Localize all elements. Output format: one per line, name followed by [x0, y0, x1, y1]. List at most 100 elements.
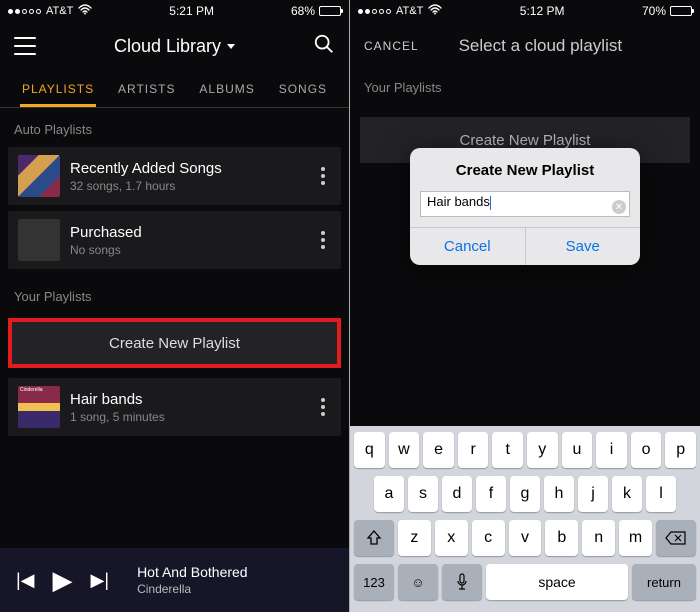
key-c[interactable]: c — [472, 520, 505, 556]
key-y[interactable]: y — [527, 432, 558, 468]
chevron-down-icon — [227, 44, 235, 49]
key-emoji[interactable]: ☺ — [398, 564, 438, 600]
keyboard-row: a s d f g h j k l — [354, 476, 696, 512]
key-b[interactable]: b — [545, 520, 578, 556]
carrier-label: AT&T — [46, 5, 73, 17]
create-label: Create New Playlist — [109, 335, 240, 352]
phone-select-playlist: AT&T 5:12 PM 70% CANCEL Select a cloud p… — [350, 0, 700, 612]
play-icon[interactable]: ▶ — [53, 565, 73, 596]
key-o[interactable]: o — [631, 432, 662, 468]
dialog-title: Create New Playlist — [410, 148, 640, 187]
key-x[interactable]: x — [435, 520, 468, 556]
carrier-label: AT&T — [396, 5, 423, 17]
tab-albums[interactable]: ALBUMS — [199, 72, 254, 106]
now-playing-artist: Cinderella — [137, 582, 248, 596]
dialog-save-button[interactable]: Save — [526, 228, 641, 265]
input-value: Hair bands — [427, 194, 490, 209]
more-icon[interactable] — [315, 167, 331, 185]
playlist-subtitle: No songs — [70, 243, 305, 257]
now-playing-bar[interactable]: |◀ ▶ ▶| Hot And Bothered Cinderella — [0, 548, 349, 612]
prev-track-icon[interactable]: |◀ — [16, 570, 35, 591]
key-j[interactable]: j — [578, 476, 608, 512]
tabs: PLAYLISTS ARTISTS ALBUMS SONGS — [0, 70, 349, 108]
playlist-title: Recently Added Songs — [70, 160, 305, 177]
key-d[interactable]: d — [442, 476, 472, 512]
key-u[interactable]: u — [562, 432, 593, 468]
your-playlists-label: Your Playlists — [0, 275, 349, 314]
key-mic[interactable] — [442, 564, 482, 600]
signal-dots-icon — [8, 9, 41, 14]
list-item[interactable]: Recently Added Songs 32 songs, 1.7 hours — [8, 147, 341, 205]
page-title: Select a cloud playlist — [435, 36, 646, 56]
page-title-dropdown[interactable]: Cloud Library — [114, 36, 235, 57]
header: CANCEL Select a cloud playlist — [350, 22, 700, 70]
status-time: 5:12 PM — [520, 4, 565, 18]
list-item[interactable]: Hair bands 1 song, 5 minutes — [8, 378, 341, 436]
your-playlists-label: Your Playlists — [350, 70, 700, 105]
tab-playlists[interactable]: PLAYLISTS — [22, 72, 94, 106]
auto-playlists-label: Auto Playlists — [0, 108, 349, 147]
more-icon[interactable] — [315, 398, 331, 416]
key-q[interactable]: q — [354, 432, 385, 468]
battery-icon — [319, 6, 341, 16]
now-playing-title: Hot And Bothered — [137, 564, 248, 580]
status-bar: AT&T 5:12 PM 70% — [350, 0, 700, 22]
key-h[interactable]: h — [544, 476, 574, 512]
next-track-icon[interactable]: ▶| — [91, 570, 110, 591]
tab-artists[interactable]: ARTISTS — [118, 72, 175, 106]
key-e[interactable]: e — [423, 432, 454, 468]
more-icon[interactable] — [315, 231, 331, 249]
key-n[interactable]: n — [582, 520, 615, 556]
key-r[interactable]: r — [458, 432, 489, 468]
key-space[interactable]: space — [486, 564, 628, 600]
create-new-playlist-button[interactable]: Create New Playlist — [8, 318, 341, 368]
keyboard-row: q w e r t y u i o p — [354, 432, 696, 468]
key-l[interactable]: l — [646, 476, 676, 512]
key-shift[interactable] — [354, 520, 394, 556]
playlist-subtitle: 32 songs, 1.7 hours — [70, 179, 305, 193]
header: Cloud Library — [0, 22, 349, 70]
signal-dots-icon — [358, 9, 391, 14]
keyboard: q w e r t y u i o p a s d f g h j k l z — [350, 426, 700, 612]
battery-percent: 68% — [291, 4, 315, 18]
search-icon[interactable] — [313, 33, 335, 60]
key-backspace[interactable] — [656, 520, 696, 556]
wifi-icon — [78, 4, 92, 18]
list-item[interactable]: Purchased No songs — [8, 211, 341, 269]
page-title: Cloud Library — [114, 36, 221, 57]
create-label: Create New Playlist — [460, 132, 591, 149]
key-v[interactable]: v — [509, 520, 542, 556]
key-p[interactable]: p — [665, 432, 696, 468]
clear-input-icon[interactable]: ✕ — [612, 200, 626, 214]
key-g[interactable]: g — [510, 476, 540, 512]
battery-icon — [670, 6, 692, 16]
key-return[interactable]: return — [632, 564, 696, 600]
playlist-thumbnail — [18, 386, 60, 428]
battery-percent: 70% — [642, 4, 666, 18]
playlist-title: Purchased — [70, 224, 305, 241]
create-playlist-dialog: Create New Playlist Hair bands ✕ Cancel … — [410, 148, 640, 265]
playlist-title: Hair bands — [70, 391, 305, 408]
key-k[interactable]: k — [612, 476, 642, 512]
phone-cloud-library: AT&T 5:21 PM 68% Cloud Library PLAYLISTS… — [0, 0, 349, 612]
key-f[interactable]: f — [476, 476, 506, 512]
playlist-name-input[interactable]: Hair bands — [420, 191, 630, 217]
key-s[interactable]: s — [408, 476, 438, 512]
keyboard-row: z x c v b n m — [354, 520, 696, 556]
status-time: 5:21 PM — [169, 4, 214, 18]
tab-songs[interactable]: SONGS — [279, 72, 327, 106]
cancel-button[interactable]: CANCEL — [364, 39, 419, 53]
playlist-thumbnail — [18, 155, 60, 197]
key-123[interactable]: 123 — [354, 564, 394, 600]
keyboard-row: 123 ☺ space return — [354, 564, 696, 600]
playlist-thumbnail — [18, 219, 60, 261]
dialog-cancel-button[interactable]: Cancel — [410, 228, 526, 265]
menu-icon[interactable] — [14, 37, 36, 55]
key-i[interactable]: i — [596, 432, 627, 468]
key-m[interactable]: m — [619, 520, 652, 556]
key-z[interactable]: z — [398, 520, 431, 556]
key-t[interactable]: t — [492, 432, 523, 468]
playlist-subtitle: 1 song, 5 minutes — [70, 410, 305, 424]
key-w[interactable]: w — [389, 432, 420, 468]
key-a[interactable]: a — [374, 476, 404, 512]
